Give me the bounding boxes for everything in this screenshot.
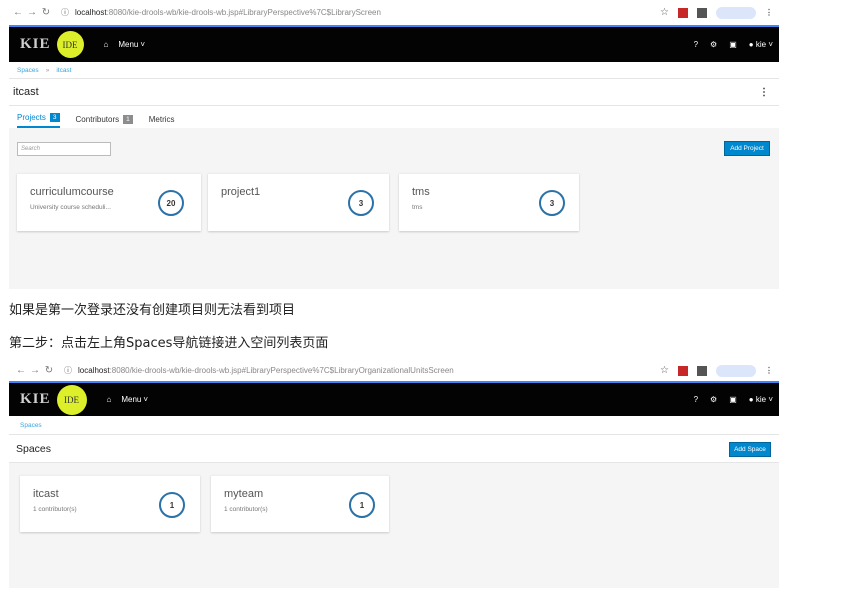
- user-icon: ●: [748, 40, 754, 49]
- extension-icon[interactable]: [697, 365, 707, 376]
- project-count-badge: 1: [349, 492, 375, 518]
- tab-label: Metrics: [148, 115, 175, 124]
- caption-step-two: 第二步：点击左上角Spaces导航链接进入空间列表页面: [9, 336, 329, 351]
- tab-metrics[interactable]: Metrics: [149, 115, 175, 128]
- info-icon: ⓘ: [61, 8, 69, 17]
- home-icon[interactable]: ⌂: [107, 395, 112, 404]
- url-host: localhost: [75, 8, 107, 17]
- tab-label: Projects: [17, 113, 46, 122]
- url-host: localhost: [78, 366, 110, 375]
- star-icon[interactable]: ☆: [660, 365, 669, 376]
- project-description: University course scheduli...: [30, 204, 111, 211]
- kie-topbar: KIE IDE ⌂ Menu ˅ ? ⚙ ▣ ● kie ˅: [9, 27, 779, 62]
- chevron-down-icon: ˅: [140, 40, 146, 49]
- browser-toolbar: ← → ↻ ⓘ localhost:8080/kie-drools-wb/kie…: [9, 360, 779, 381]
- chevron-down-icon: ˅: [143, 395, 149, 404]
- user-label: kie: [755, 40, 767, 49]
- space-contributors: 1 contributor(s): [33, 506, 77, 513]
- project-name: tms: [412, 186, 430, 198]
- project-description: tms: [412, 204, 423, 211]
- project-card[interactable]: curriculumcourse University course sched…: [17, 173, 201, 231]
- page-header: Spaces: [9, 435, 779, 463]
- page-title: Spaces: [16, 442, 52, 455]
- menu-label: Menu: [121, 395, 142, 404]
- paused-profile-chip[interactable]: [716, 6, 756, 19]
- user-menu[interactable]: ● kie ˅: [749, 395, 773, 404]
- space-card[interactable]: itcast 1 contributor(s) 1: [20, 475, 200, 532]
- screenshot-library: ← → ↻ ⓘ localhost:8080/kie-drools-wb/kie…: [9, 0, 779, 289]
- screenshot-spaces: ← → ↻ ⓘ localhost:8080/kie-drools-wb/kie…: [9, 360, 779, 588]
- reload-icon[interactable]: ↻: [42, 365, 56, 376]
- tab-label: Contributors: [75, 115, 120, 124]
- tab-bar: Projects 3 Contributors 1 Metrics: [9, 106, 779, 128]
- space-name: itcast: [33, 488, 59, 500]
- page-title: itcast: [13, 86, 39, 98]
- info-icon: ⓘ: [64, 366, 72, 375]
- back-icon[interactable]: ←: [14, 365, 28, 376]
- space-name: myteam: [224, 488, 264, 500]
- space-contributors: 1 contributor(s): [224, 506, 268, 513]
- url-path: :8080/kie-drools-wb/kie-drools-wb.jsp#Li…: [109, 366, 454, 375]
- tab-projects[interactable]: Projects 3: [17, 113, 60, 128]
- caption-first-login: 如果是第一次登录还没有创建项目则无法看到项目: [9, 303, 296, 318]
- browser-toolbar: ← → ↻ ⓘ localhost:8080/kie-drools-wb/kie…: [9, 0, 779, 25]
- user-menu[interactable]: ● kie ˅: [749, 40, 773, 49]
- menu-dropdown[interactable]: ⌂ Menu ˅: [104, 40, 146, 49]
- kie-logo: KIE: [20, 36, 51, 52]
- pdf-extension-icon[interactable]: [678, 7, 688, 18]
- address-bar[interactable]: ⓘ localhost:8080/kie-drools-wb/kie-drool…: [61, 7, 660, 18]
- search-input[interactable]: Search: [17, 142, 111, 156]
- ide-logo: IDE: [56, 31, 84, 58]
- reload-icon[interactable]: ↻: [39, 7, 53, 18]
- home-icon[interactable]: ⌂: [104, 40, 109, 49]
- address-bar[interactable]: ⓘ localhost:8080/kie-drools-wb/kie-drool…: [64, 365, 660, 376]
- add-space-button[interactable]: Add Space: [729, 442, 771, 457]
- project-name: curriculumcourse: [30, 186, 114, 198]
- tab-contributors[interactable]: Contributors 1: [76, 115, 133, 128]
- ide-logo: IDE: [56, 384, 87, 415]
- kebab-menu-icon[interactable]: ⋮: [759, 87, 769, 98]
- menu-dropdown[interactable]: ⌂ Menu ˅: [107, 395, 149, 404]
- breadcrumb: Spaces: [9, 416, 779, 435]
- project-card[interactable]: tms tms 3: [399, 173, 579, 231]
- forward-icon[interactable]: →: [28, 365, 42, 376]
- asset-count-badge: 20: [158, 190, 184, 216]
- forward-icon[interactable]: →: [25, 7, 39, 18]
- star-icon[interactable]: ☆: [660, 7, 669, 18]
- camera-icon[interactable]: ▣: [729, 40, 737, 49]
- help-icon[interactable]: ?: [694, 40, 698, 49]
- asset-count-badge: 3: [539, 190, 565, 216]
- breadcrumb-itcast[interactable]: itcast: [56, 67, 71, 74]
- space-card[interactable]: myteam 1 contributor(s) 1: [211, 475, 389, 532]
- help-icon[interactable]: ?: [694, 395, 698, 404]
- user-label: kie: [755, 395, 767, 404]
- extension-icon[interactable]: [697, 7, 707, 18]
- page-header: itcast ⋮: [9, 79, 779, 106]
- more-icon[interactable]: ⋮: [765, 366, 773, 375]
- paused-profile-chip[interactable]: [716, 364, 756, 377]
- project-count-badge: 1: [159, 492, 185, 518]
- kie-topbar: KIE IDE ⌂ Menu ˅ ? ⚙ ▣ ● kie ˅: [9, 383, 779, 416]
- kie-logo: KIE: [20, 391, 51, 407]
- project-name: project1: [221, 186, 261, 198]
- breadcrumb-separator: »: [45, 66, 50, 74]
- breadcrumb: Spaces » itcast: [9, 62, 779, 79]
- gear-icon[interactable]: ⚙: [710, 395, 717, 404]
- gear-icon[interactable]: ⚙: [710, 40, 717, 49]
- count-badge: 1: [123, 115, 133, 124]
- user-icon: ●: [748, 395, 754, 404]
- more-icon[interactable]: ⋮: [765, 8, 773, 17]
- count-badge: 3: [49, 113, 60, 122]
- pdf-extension-icon[interactable]: [678, 365, 688, 376]
- add-project-button[interactable]: Add Project: [724, 141, 770, 156]
- menu-label: Menu: [118, 40, 139, 49]
- back-icon[interactable]: ←: [11, 7, 25, 18]
- asset-count-badge: 3: [348, 190, 374, 216]
- breadcrumb-spaces[interactable]: Spaces: [17, 67, 39, 74]
- project-card[interactable]: project1 3: [208, 173, 389, 231]
- camera-icon[interactable]: ▣: [729, 395, 737, 404]
- url-path: :8080/kie-drools-wb/kie-drools-wb.jsp#Li…: [106, 8, 381, 17]
- breadcrumb-spaces[interactable]: Spaces: [20, 422, 42, 429]
